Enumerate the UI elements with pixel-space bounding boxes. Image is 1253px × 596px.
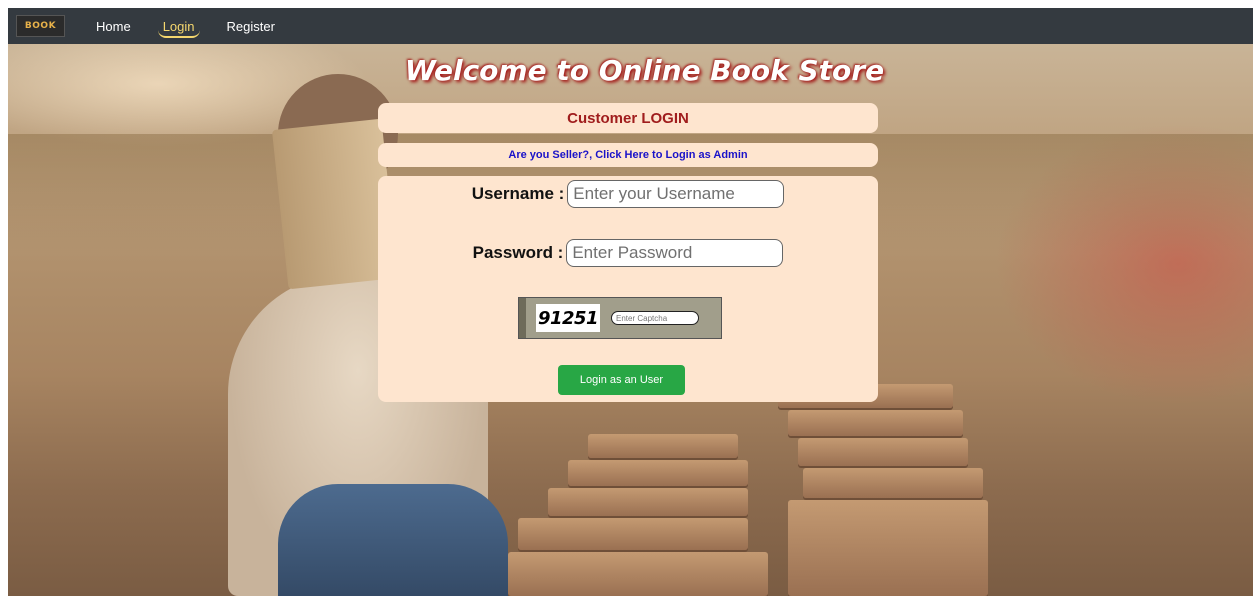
nav-register-link[interactable]: Register <box>222 15 280 38</box>
captcha-code: 91251 <box>536 304 600 332</box>
book-stack <box>788 410 963 436</box>
login-button[interactable]: Login as an User <box>558 365 685 395</box>
book-stack <box>548 488 748 516</box>
book-stack <box>588 434 738 458</box>
welcome-heading: Welcome to Online Book Store <box>404 54 885 87</box>
captcha-input[interactable] <box>611 311 699 325</box>
customer-login-title: Customer LOGIN <box>567 109 689 127</box>
book-stack <box>798 438 968 466</box>
admin-login-link[interactable]: Are you Seller?, Click Here to Login as … <box>508 149 747 161</box>
nav-login-link[interactable]: Login <box>157 15 200 38</box>
book-stack <box>788 500 988 596</box>
username-input[interactable] <box>567 180 785 208</box>
password-input[interactable] <box>566 239 784 267</box>
page-frame: BOOK Home Login Register Welcome to Onli… <box>8 8 1253 596</box>
person-jeans <box>278 484 508 596</box>
book-stack <box>568 460 748 486</box>
book-stack <box>518 518 748 550</box>
book-stack <box>803 468 983 498</box>
login-form: Username : Password : 91251 Login as an … <box>378 176 878 402</box>
book-stack <box>508 552 768 596</box>
top-navbar: BOOK Home Login Register <box>8 8 1253 44</box>
username-label: Username : <box>471 184 565 203</box>
nav-home-link[interactable]: Home <box>91 15 136 38</box>
seller-link-panel: Are you Seller?, Click Here to Login as … <box>378 143 878 167</box>
book-logo[interactable]: BOOK <box>16 15 65 37</box>
captcha-widget: 91251 <box>518 297 722 339</box>
username-row: Username : <box>378 180 878 208</box>
password-row: Password : <box>378 239 878 267</box>
password-label: Password : <box>472 243 564 262</box>
login-title-panel: Customer LOGIN <box>378 103 878 133</box>
